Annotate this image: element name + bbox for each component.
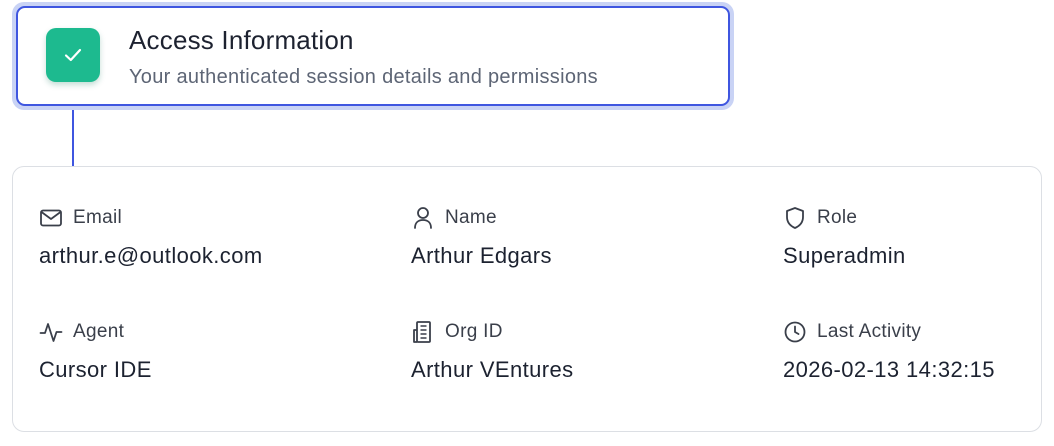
mail-icon — [39, 206, 63, 230]
field-role-value: Superadmin — [783, 243, 906, 268]
activity-icon — [39, 320, 63, 344]
field-name-value: Arthur Edgars — [411, 243, 552, 268]
building-icon — [411, 320, 435, 344]
field-email-label-row: Email — [39, 205, 122, 231]
field-name-label-row: Name — [411, 205, 497, 231]
field-agent-label: Agent — [73, 321, 125, 342]
field-last-activity-label-row: Last Activity — [783, 319, 921, 345]
clock-icon — [783, 320, 807, 344]
field-last-activity-label: Last Activity — [817, 321, 922, 342]
access-information-header: Access Information Your authenticated se… — [12, 2, 734, 110]
field-org-id-label-row: Org ID — [411, 319, 503, 345]
field-agent-value: Cursor IDE — [39, 357, 152, 382]
page-title: Access Information — [129, 25, 354, 55]
field-org-id-value: Arthur VEntures — [411, 357, 574, 382]
user-icon — [411, 206, 435, 230]
shield-icon — [783, 206, 807, 230]
session-details-card: Email arthur.e@outlook.com Name Arthur E… — [12, 166, 1042, 432]
field-email-value: arthur.e@outlook.com — [39, 243, 263, 268]
status-badge — [46, 28, 100, 82]
connector-line — [72, 110, 74, 166]
header-panel: Access Information Your authenticated se… — [16, 6, 730, 106]
check-icon — [64, 48, 82, 62]
field-email-label: Email — [73, 207, 123, 228]
field-name-label: Name — [445, 207, 497, 228]
field-role-label: Role — [817, 207, 858, 228]
field-org-id-label: Org ID — [445, 321, 503, 342]
field-agent-label-row: Agent — [39, 319, 124, 345]
page-subtitle: Your authenticated session details and p… — [129, 66, 598, 88]
field-role-label-row: Role — [783, 205, 857, 231]
field-last-activity-value: 2026-02-13 14:32:15 — [783, 357, 995, 382]
